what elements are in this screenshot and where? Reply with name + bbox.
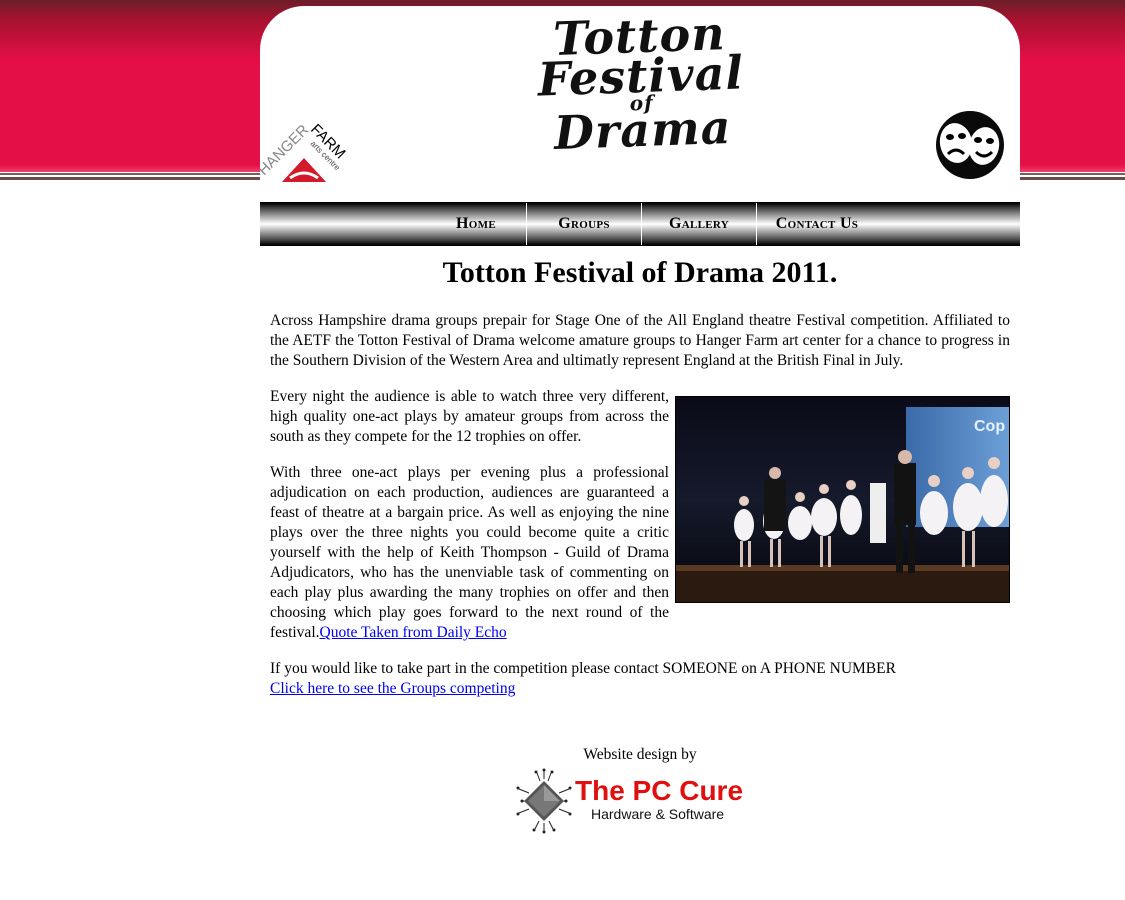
quote-source-link[interactable]: Quote Taken from Daily Echo [320, 624, 507, 641]
main-nav: Home Groups Gallery Contact Us [260, 202, 1020, 246]
pc-cure-brand: The PC Cure [575, 775, 744, 806]
festival-paragraph-text: With three one-act plays per evening plu… [270, 464, 669, 641]
pc-cure-logo[interactable]: The PC Cure Hardware & Software [513, 765, 766, 837]
groups-competing-link[interactable]: Click here to see the Groups competing [270, 680, 515, 697]
stage-photo: Cop [675, 396, 1010, 603]
photo-sign-text: Cop [974, 418, 1005, 435]
hanger-farm-logo: HANGER FARM arts centre [260, 121, 349, 182]
stage-photo-image: Cop [676, 397, 1009, 602]
logo-line-4: Drama [553, 99, 733, 161]
nav-home[interactable]: Home [426, 203, 526, 245]
page-title: Totton Festival of Drama 2011. [442, 256, 838, 289]
theatre-masks-icon [936, 111, 1004, 179]
chip-icon [516, 768, 572, 834]
pc-cure-tagline: Hardware & Software [591, 806, 725, 822]
footer-credit: Website design by [583, 746, 697, 763]
contact-paragraph: If you would like to take part in the co… [270, 659, 1010, 699]
intro-paragraph: Across Hampshire drama groups prepair fo… [270, 312, 1010, 369]
main-content: Across Hampshire drama groups prepair fo… [270, 311, 1010, 715]
header: Totton Festival of Drama HANGER FARM art… [260, 6, 1020, 192]
nav-contact-us[interactable]: Contact Us [757, 203, 877, 245]
nav-gallery[interactable]: Gallery [642, 203, 756, 245]
contact-text: If you would like to take part in the co… [270, 660, 896, 677]
site-logo[interactable]: Totton Festival of Drama [526, 6, 756, 160]
nav-groups[interactable]: Groups [527, 203, 641, 245]
